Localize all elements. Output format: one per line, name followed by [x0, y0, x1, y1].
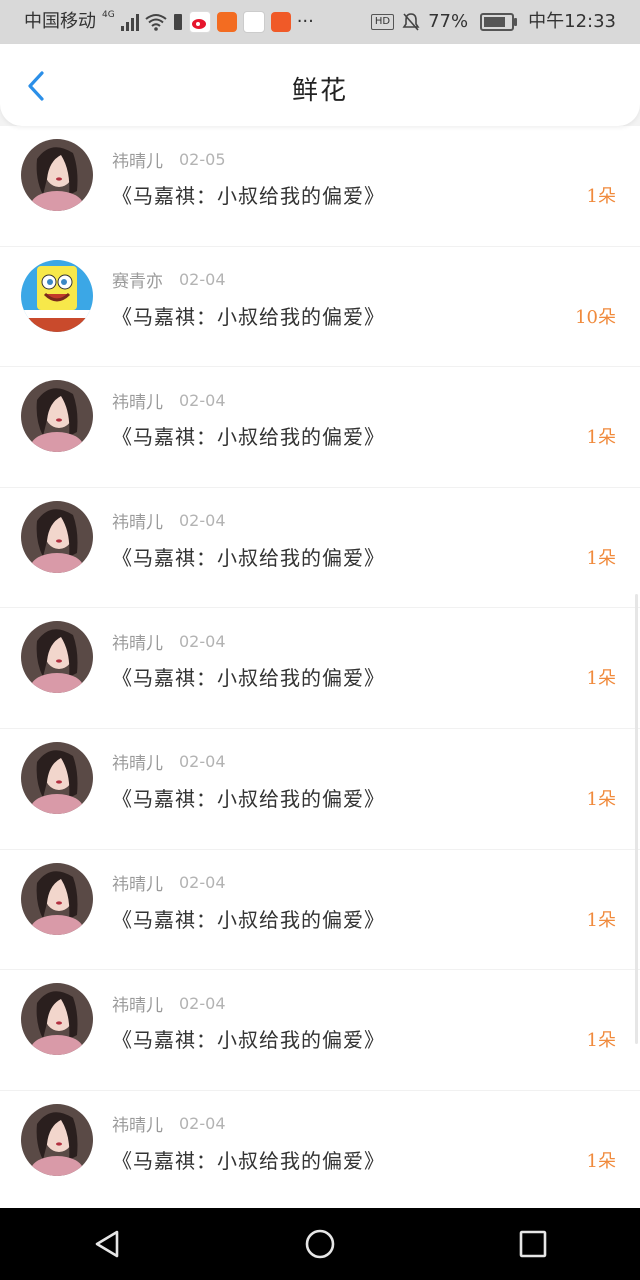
book-title: 《马嘉祺：小叔给我的偏爱》: [112, 907, 385, 932]
list-item[interactable]: 祎晴儿 02-04 《马嘉祺：小叔给我的偏爱》 1朵: [0, 729, 640, 850]
avatar[interactable]: [21, 259, 93, 332]
wifi-icon: [145, 14, 167, 31]
list-item[interactable]: 祎晴儿 02-04 《马嘉祺：小叔给我的偏爱》 1朵: [0, 1091, 640, 1208]
book-title: 《马嘉祺：小叔给我的偏爱》: [112, 425, 385, 450]
scrollbar[interactable]: [635, 594, 638, 1044]
weibo-app-icon: [188, 11, 211, 33]
flower-count: 1朵: [586, 547, 616, 569]
system-nav-bar: [0, 1208, 640, 1280]
network-type-label: 4G: [102, 10, 115, 20]
clock: 中午12:33: [528, 11, 616, 32]
item-meta: 祎晴儿 02-04: [112, 1112, 226, 1136]
nav-recents-button[interactable]: [493, 1214, 573, 1274]
item-meta: 祎晴儿 02-04: [112, 388, 226, 413]
mute-bell-icon: [402, 13, 420, 31]
flower-count: 1朵: [586, 1150, 616, 1172]
username: 祎晴儿: [112, 754, 163, 775]
hd-badge: HD: [370, 14, 395, 30]
square-recents-icon: [520, 1230, 547, 1258]
app-icon-red: [270, 12, 291, 32]
book-title: 《马嘉祺：小叔给我的偏爱》: [112, 304, 385, 329]
flower-count: 1朵: [586, 909, 616, 931]
signal-icon: [120, 13, 139, 31]
circle-home-icon: [305, 1229, 335, 1259]
nav-back-button[interactable]: [67, 1214, 147, 1274]
list-item[interactable]: 祎晴儿 02-04 《马嘉祺：小叔给我的偏爱》 1朵: [0, 367, 640, 488]
flower-count: 1朵: [586, 427, 616, 449]
app-icon-white: [242, 11, 265, 33]
avatar[interactable]: [21, 621, 93, 694]
item-meta: 祎晴儿 02-04: [112, 509, 226, 533]
flower-list: 祎晴儿 02-05 《马嘉祺：小叔给我的偏爱》 1朵 赛青亦 02-04 《马嘉…: [0, 126, 640, 1208]
flower-count: 1朵: [586, 186, 616, 207]
flower-count: 1朵: [586, 668, 616, 690]
book-title: 《马嘉祺：小叔给我的偏爱》: [112, 786, 385, 811]
avatar[interactable]: [21, 741, 93, 814]
status-right: HD 77% 中午12:33: [370, 10, 616, 34]
app-icon-orange: [216, 12, 237, 32]
avatar[interactable]: [21, 500, 93, 573]
date: 02-04: [179, 511, 226, 531]
date: 02-04: [179, 631, 226, 651]
battery-icon: [480, 13, 518, 31]
avatar[interactable]: [21, 1103, 93, 1176]
username: 祎晴儿: [112, 995, 163, 1016]
list-item[interactable]: 祎晴儿 02-04 《马嘉祺：小叔给我的偏爱》 1朵: [0, 970, 640, 1091]
date: 02-04: [179, 993, 226, 1013]
avatar[interactable]: [21, 983, 93, 1056]
date: 02-04: [179, 270, 226, 290]
date: 02-04: [179, 1114, 226, 1134]
book-title: 《马嘉祺：小叔给我的偏爱》: [112, 1028, 385, 1053]
item-meta: 祎晴儿 02-04: [112, 750, 226, 774]
book-title: 《马嘉祺：小叔给我的偏爱》: [112, 184, 385, 208]
nav-home-button[interactable]: [280, 1214, 360, 1274]
username: 祎晴儿: [112, 513, 163, 534]
username: 祎晴儿: [112, 1116, 163, 1137]
status-bar: 中国移动 4G ··· HD 77% 中午12:33: [0, 0, 640, 44]
list-item[interactable]: 祎晴儿 02-04 《马嘉祺：小叔给我的偏爱》 1朵: [0, 850, 640, 971]
username: 祎晴儿: [112, 151, 163, 172]
item-meta: 祎晴儿 02-05: [112, 147, 226, 172]
date: 02-04: [179, 390, 226, 410]
username: 祎晴儿: [112, 875, 163, 896]
battery-percent: 77%: [428, 11, 469, 32]
username: 赛青亦: [112, 272, 163, 293]
flower-count: 10朵: [575, 306, 616, 328]
date: 02-04: [179, 873, 226, 893]
avatar[interactable]: [21, 139, 93, 211]
list-item[interactable]: 祎晴儿 02-05 《马嘉祺：小叔给我的偏爱》 1朵: [0, 126, 640, 247]
sim-icon: [173, 14, 182, 30]
list-item[interactable]: 祎晴儿 02-04 《马嘉祺：小叔给我的偏爱》 1朵: [0, 488, 640, 609]
flower-count: 1朵: [586, 788, 616, 810]
triangle-back-icon: [95, 1230, 118, 1258]
more-notifications-icon: ···: [296, 11, 314, 32]
book-title: 《马嘉祺：小叔给我的偏爱》: [112, 666, 385, 691]
avatar[interactable]: [21, 862, 93, 935]
carrier-label: 中国移动: [24, 11, 96, 32]
item-meta: 祎晴儿 02-04: [112, 871, 226, 895]
list-item[interactable]: 赛青亦 02-04 《马嘉祺：小叔给我的偏爱》 10朵: [0, 247, 640, 368]
book-title: 《马嘉祺：小叔给我的偏爱》: [112, 545, 385, 570]
username: 祎晴儿: [112, 633, 163, 654]
status-left: 中国移动 4G ···: [24, 10, 314, 34]
flower-count: 1朵: [586, 1030, 616, 1052]
date: 02-04: [179, 752, 226, 772]
header: 鲜花: [0, 44, 640, 126]
item-meta: 祎晴儿 02-04: [112, 629, 226, 654]
avatar[interactable]: [21, 380, 93, 453]
book-title: 《马嘉祺：小叔给我的偏爱》: [112, 1148, 385, 1173]
list-item[interactable]: 祎晴儿 02-04 《马嘉祺：小叔给我的偏爱》 1朵: [0, 608, 640, 729]
date: 02-05: [179, 149, 226, 169]
item-meta: 祎晴儿 02-04: [112, 991, 226, 1016]
page-title: 鲜花: [291, 76, 348, 106]
username: 祎晴儿: [112, 392, 163, 413]
item-meta: 赛青亦 02-04: [112, 268, 226, 292]
